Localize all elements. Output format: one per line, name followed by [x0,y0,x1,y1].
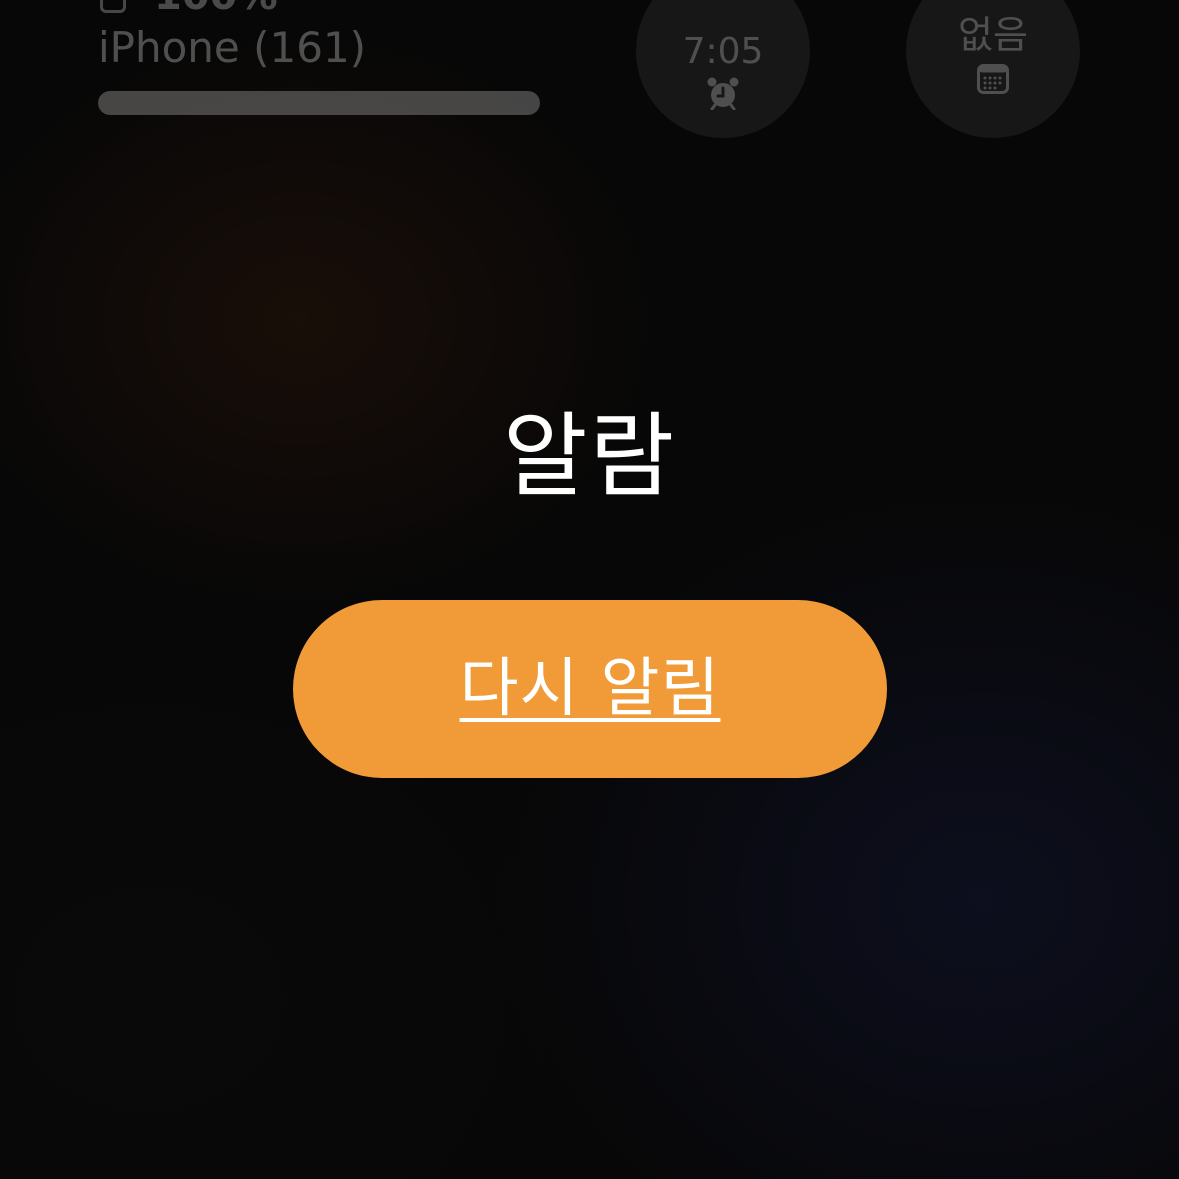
battery-percent: 100% [154,0,278,16]
phone-icon [100,0,126,13]
device-name: iPhone (161) [98,23,367,72]
alarm-widget[interactable]: 오전 7:05 [636,0,810,138]
snooze-button[interactable]: 다시 알림 [293,600,887,778]
lock-screen: 100% iPhone (161) 오전 7:05 없음 [0,0,1179,1179]
calendar-widget[interactable]: 없음 [906,0,1080,138]
calendar-label: 없음 [958,13,1028,57]
alarm-time: 7:05 [682,31,764,72]
alarm-title: 알람 [502,403,677,510]
calendar-icon [977,64,1009,94]
battery-level-fill [98,91,540,115]
battery-widget-header: 100% [100,0,278,16]
battery-level-bar [98,91,540,115]
alarm-clock-icon [707,77,739,110]
alarm-ampm: 오전 [636,0,810,6]
snooze-label: 다시 알림 [459,652,721,726]
